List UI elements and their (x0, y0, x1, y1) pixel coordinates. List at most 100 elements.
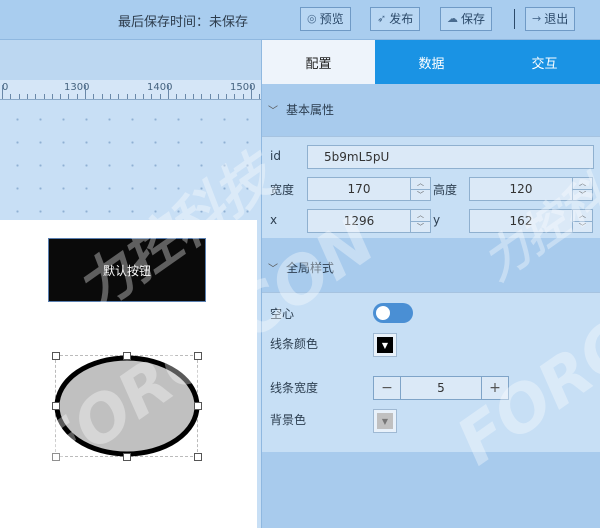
toggle-knob (376, 306, 390, 320)
ruler-tick (151, 94, 153, 99)
hollow-toggle[interactable] (373, 303, 413, 323)
ruler-tick (134, 94, 136, 99)
chevron-up-icon[interactable]: ︿ (573, 210, 592, 221)
line-color-label: 线条颜色 (270, 337, 319, 351)
ruler-tick (35, 94, 37, 99)
chevron-down-icon: ▼ (377, 337, 393, 353)
line-color-picker[interactable]: ▼ (373, 333, 397, 357)
canvas-page[interactable]: 默认按钮 (0, 220, 257, 528)
ruler-tick (168, 85, 169, 99)
ruler-tick (76, 94, 78, 99)
arrow-right-icon: → (532, 12, 542, 25)
chevron-up-icon[interactable]: ︿ (411, 210, 430, 221)
ruler-tick (217, 94, 219, 99)
plus-icon[interactable]: + (482, 377, 508, 399)
bg-color-label: 背景色 (270, 413, 307, 427)
tab-interaction[interactable]: 交互 (488, 40, 600, 84)
chevron-down-icon: ▼ (377, 413, 393, 429)
ruler-tick (143, 94, 145, 99)
resize-handle-ne[interactable] (194, 352, 202, 360)
chevron-up-icon[interactable]: ︿ (573, 178, 592, 189)
ruler-tick (159, 94, 161, 99)
height-spinner[interactable]: ︿ ﹀ (572, 178, 592, 200)
ruler-tick (209, 94, 211, 99)
ruler-tick (60, 94, 62, 99)
chevron-down-icon[interactable]: ﹀ (573, 220, 592, 233)
x-input[interactable]: 1296 ︿ ﹀ (307, 209, 431, 233)
ruler-tick (176, 94, 178, 99)
properties-panel: 配置 数据 交互 ﹀ 基本属性 id 5b9mL5pU 宽度 170 ︿ ﹀ 高度… (261, 40, 600, 528)
ruler-tick (184, 94, 186, 99)
ellipse-shape[interactable] (50, 350, 210, 461)
hollow-label: 空心 (270, 307, 295, 321)
ruler-tick (26, 94, 28, 99)
ruler-tick (226, 94, 228, 99)
bg-color-picker[interactable]: ▼ (373, 409, 397, 433)
publish-button[interactable]: ➶ 发布 (370, 7, 421, 31)
y-input[interactable]: 162 ︿ ﹀ (469, 209, 593, 233)
toolbar-divider (514, 9, 515, 29)
width-label: 宽度 (270, 183, 295, 197)
basic-properties-body: id 5b9mL5pU 宽度 170 ︿ ﹀ 高度 120 ︿ ﹀ x 1296 ︿… (262, 136, 600, 238)
ellipse[interactable] (54, 355, 200, 457)
resize-handle-e[interactable] (194, 402, 202, 410)
ellipse-svg (54, 355, 200, 457)
resize-handle-nw[interactable] (52, 352, 60, 360)
minus-icon[interactable]: − (374, 377, 400, 399)
grid-background (0, 100, 261, 220)
ruler-tick (126, 94, 128, 99)
ruler-tick (251, 85, 252, 99)
width-input[interactable]: 170 ︿ ﹀ (307, 177, 431, 201)
ruler-tick (101, 94, 103, 99)
save-button[interactable]: ☁ 保存 (440, 7, 493, 31)
resize-handle-w[interactable] (52, 402, 60, 410)
ruler-tick (68, 94, 70, 99)
height-label: 高度 (433, 183, 458, 197)
ruler-tick (118, 94, 120, 99)
resize-handle-s[interactable] (123, 453, 131, 461)
canvas-default-button[interactable]: 默认按钮 (48, 238, 206, 302)
ruler-tick (93, 94, 95, 99)
resize-handle-se[interactable] (194, 453, 202, 461)
chevron-down-icon: ﹀ (268, 105, 278, 117)
id-input[interactable]: 5b9mL5pU (307, 145, 594, 169)
tab-data[interactable]: 数据 (375, 40, 488, 84)
x-spinner[interactable]: ︿ ﹀ (410, 210, 430, 232)
ruler-tick (18, 94, 20, 99)
ruler-tick (242, 94, 244, 99)
width-spinner[interactable]: ︿ ﹀ (410, 178, 430, 200)
x-label: x (270, 213, 278, 227)
exit-button[interactable]: → 退出 (525, 7, 576, 31)
global-style-header[interactable]: ﹀ 全局样式 (262, 252, 600, 282)
resize-handle-sw[interactable] (52, 453, 60, 461)
save-status-text: 最后保存时间：未保存 (118, 15, 249, 30)
chevron-down-icon[interactable]: ﹀ (573, 188, 592, 201)
tab-config[interactable]: 配置 (262, 40, 375, 84)
ruler-tick (192, 94, 194, 99)
cloud-upload-icon: ☁ (447, 12, 458, 25)
resize-handle-n[interactable] (123, 352, 131, 360)
basic-properties-header[interactable]: ﹀ 基本属性 (262, 94, 600, 124)
chevron-down-icon[interactable]: ﹀ (411, 188, 430, 201)
ruler-tick (109, 94, 111, 99)
y-label: y (433, 213, 441, 227)
ruler-tick (201, 94, 203, 99)
eye-icon: ◎ (307, 12, 317, 25)
line-width-label: 线条宽度 (270, 381, 319, 395)
ruler-tick (43, 94, 45, 99)
chevron-down-icon[interactable]: ﹀ (411, 220, 430, 233)
ruler-tick (10, 94, 12, 99)
id-label: id (270, 149, 281, 163)
ruler-tick (51, 94, 53, 99)
chevron-up-icon[interactable]: ︿ (411, 178, 430, 189)
chevron-down-icon: ﹀ (268, 263, 278, 275)
send-icon: ➶ (377, 12, 387, 25)
editor-canvas[interactable]: 0 1300 1400 1500 默认按钮 (0, 40, 261, 528)
preview-button[interactable]: ◎ 预览 (300, 7, 351, 31)
ruler-tick (2, 85, 3, 99)
line-width-stepper[interactable]: − 5 + (373, 376, 509, 400)
ruler-tick (234, 94, 236, 99)
height-input[interactable]: 120 ︿ ﹀ (469, 177, 593, 201)
horizontal-ruler: 0 1300 1400 1500 (0, 80, 261, 100)
y-spinner[interactable]: ︿ ﹀ (572, 210, 592, 232)
